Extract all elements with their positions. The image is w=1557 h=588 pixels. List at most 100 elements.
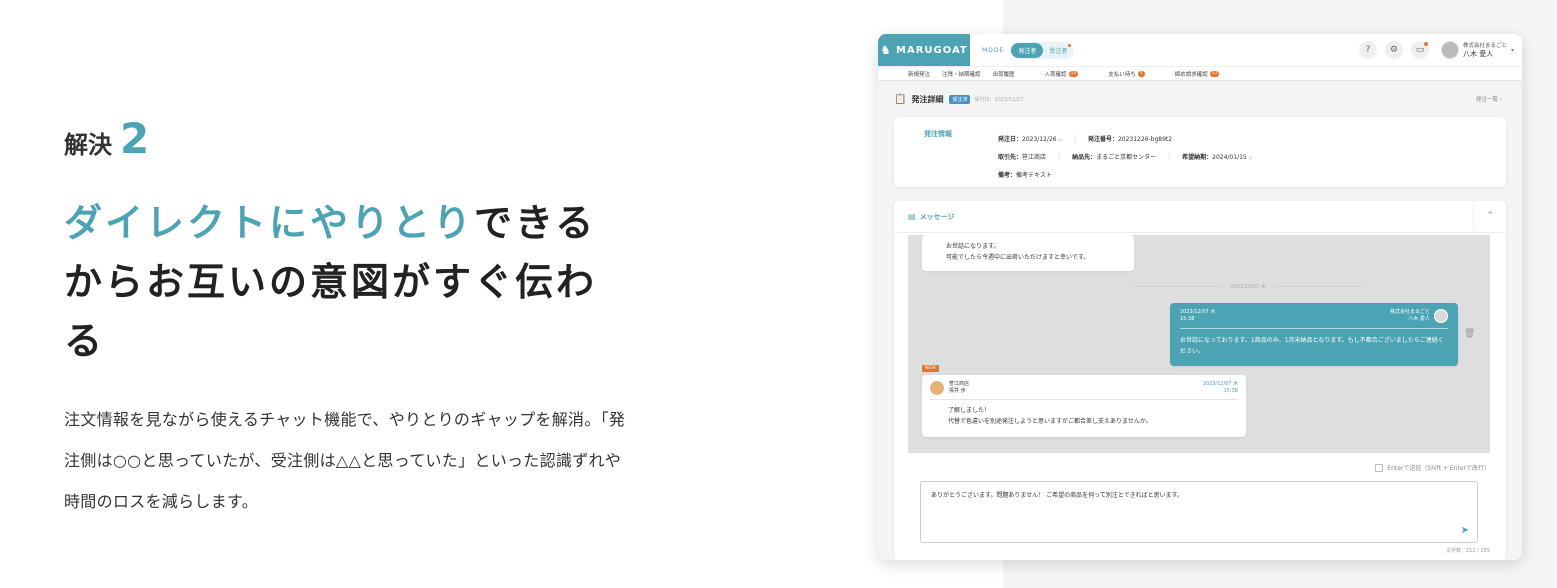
order-row: 取引先：笹江商店 | 納品先：まるごと京都センター | 希望納期：2024/01… xyxy=(998,147,1252,165)
clipboard-icon: 📋 xyxy=(894,93,907,105)
page-header: 📋 発注詳細 受注済 受付日：2023/12/27 発注一覧 › xyxy=(878,81,1522,117)
avatar xyxy=(1434,309,1448,323)
partner: 笹江商店 xyxy=(1022,153,1047,161)
divider xyxy=(930,399,1238,400)
character-count: 文字数：212 / 255 xyxy=(1446,548,1490,554)
order-date-label: 発注日： xyxy=(998,135,1023,143)
sender-company: 株式会社まるごと xyxy=(1389,309,1430,315)
top-right-actions: ? ⚙ ▭ 株式会社まるごと 八木 愛人 ▾ xyxy=(1358,34,1514,66)
enter-send-option[interactable]: Enterで送信（Shift + Enterで改行） xyxy=(1375,463,1490,472)
goat-icon: ♞ xyxy=(880,43,892,57)
app-window: ♞ MARUGOAT MODE 発注者 受注者 ? ⚙ ▭ 株式会社まるごと 八… xyxy=(878,34,1522,560)
user-info: 株式会社まるごと 八木 愛人 xyxy=(1463,42,1507,58)
nav-awaiting-payment[interactable]: 支払い待ち 1 xyxy=(1108,70,1145,78)
partner-label: 取引先： xyxy=(998,153,1023,161)
trash-icon[interactable]: 🗑 xyxy=(1464,329,1475,339)
message-time: 15:38 xyxy=(1180,316,1195,322)
sender: 株式会社まるごと 八木 愛人 xyxy=(1390,309,1448,323)
logo[interactable]: ♞ MARUGOAT xyxy=(878,34,970,66)
message-bubble-sent: 2023/12/07 木 15:38 株式会社まるごと 八木 愛人 お世話になっ… xyxy=(1170,303,1458,366)
message-time: 15:38 xyxy=(1223,388,1238,394)
divider: | xyxy=(1058,152,1061,160)
message-timestamp: 2023/12/07 木 15:38 xyxy=(1203,381,1238,395)
received-date: 受付日：2023/12/27 xyxy=(974,96,1024,103)
message-title: メッセージ xyxy=(919,212,955,221)
avatar xyxy=(1440,41,1459,59)
date-divider: 2023/12/07 木 xyxy=(1098,283,1398,290)
help-button[interactable]: ? xyxy=(1358,41,1377,59)
nav-label: 注残・納期確認 xyxy=(942,71,981,78)
top-bar: ♞ MARUGOAT MODE 発注者 受注者 ? ⚙ ▭ 株式会社まるごと 八… xyxy=(878,34,1522,66)
message-input[interactable]: ありがとうございます。問題ありません！ ご希望の商品を伺って別注とできればと思い… xyxy=(920,481,1478,543)
nav-label: 入荷確認 xyxy=(1044,71,1067,78)
order-row: 発注日：2023/12/26 ▫ | 発注番号：20231226-bg89t2 xyxy=(998,129,1252,147)
nav-shipping-history[interactable]: 出荷履歴 xyxy=(993,70,1015,78)
message-date: 2023/12/07 木 xyxy=(1202,381,1238,387)
message-bubble-received: 笹江商店 塚井 歩 2023/12/07 木 15:38 了解しました！ 代替で… xyxy=(922,375,1246,437)
order-list-link[interactable]: 発注一覧 › xyxy=(1476,95,1502,103)
order-info-card: 発注情報 発注日：2023/12/26 ▫ | 発注番号：20231226-bg… xyxy=(894,117,1506,187)
sub-navigation: 新規発注 注残・納期確認 出荷履歴 入荷確認 11 支払い待ち 1 締め請求確認 11 xyxy=(878,66,1522,81)
message-card: ▤ メッセージ ⌃ お世話になります。 可能でしたら今週中に出荷いただけますと幸… xyxy=(894,201,1506,560)
chevron-up-icon[interactable]: ⌃ xyxy=(1486,211,1494,221)
message-body: お世話になっております。1商品のみ、1月末納品となります。もし不都合ございました… xyxy=(1180,337,1444,355)
count-badge: 11 xyxy=(1068,70,1079,77)
count-badge: 1 xyxy=(1137,70,1145,77)
new-badge: NEW xyxy=(922,365,939,372)
user-company: 株式会社まるごと xyxy=(1462,43,1507,49)
messages-button[interactable]: ▭ xyxy=(1410,41,1429,59)
order-date: 2023/12/26 xyxy=(1022,135,1057,143)
divider: | xyxy=(1073,134,1076,142)
note-label: 備考： xyxy=(998,171,1017,179)
message-line: お世話になります。 xyxy=(946,243,1000,250)
calendar-icon: ▫ xyxy=(1058,136,1062,143)
link-label: 発注一覧 xyxy=(1476,97,1499,103)
help-icon: ? xyxy=(1365,45,1371,55)
kicker-text: 解決 xyxy=(64,131,112,159)
message-meta: 2023/12/07 木 15:38 株式会社まるごと 八木 愛人 xyxy=(1180,309,1448,323)
message-header: ▤ メッセージ xyxy=(894,201,1506,233)
message-input-text: ありがとうございます。問題ありません！ ご希望の商品を伺って別注とできればと思い… xyxy=(931,492,1184,499)
delivery: まるごと京都センター xyxy=(1096,153,1157,161)
user-menu[interactable]: 株式会社まるごと 八木 愛人 ▾ xyxy=(1440,41,1514,59)
order-info-title: 発注情報 xyxy=(924,130,952,138)
order-number-label: 発注番号： xyxy=(1087,135,1118,143)
nav-arrival-check[interactable]: 入荷確認 11 xyxy=(1045,70,1079,78)
send-icon[interactable]: ➤ xyxy=(1461,525,1469,536)
sender: 笹江商店 塚井 歩 xyxy=(930,381,969,395)
message-body: 了解しました！ 代替で色違いを別途発注しようと思いますがご都合差し支えありません… xyxy=(930,405,1238,427)
chevron-down-icon: ▾ xyxy=(1510,46,1514,54)
chat-icon: ▭ xyxy=(1415,45,1425,55)
description: 注文情報を見ながら使えるチャット機能で、やりとりのギャップを解消。「発注側は○○… xyxy=(64,410,626,511)
sender-company: 笹江商店 xyxy=(949,381,970,387)
user-name: 八木 愛人 xyxy=(1462,50,1494,58)
solution-copy: 解決 2 ダイレクトにやりとりできるからお互いの意図がすぐ伝わる 注文情報を見な… xyxy=(64,118,644,522)
mode-receiver-button[interactable]: 受注者 xyxy=(1043,43,1073,58)
order-number: 20231226-bg89t2 xyxy=(1117,135,1173,143)
headline-accent: ダイレクトにやりとり xyxy=(64,201,475,245)
enter-send-checkbox[interactable] xyxy=(1375,463,1384,472)
mode-toggle[interactable]: 発注者 受注者 xyxy=(1010,41,1075,59)
message-meta: 笹江商店 塚井 歩 2023/12/07 木 15:38 xyxy=(930,381,1238,395)
message-line: 代替で色違いを別途発注しようと思いますがご都合差し支えありませんか。 xyxy=(948,418,1152,425)
nav-new-order[interactable]: 新規発注 xyxy=(908,70,930,78)
order-fields: 発注日：2023/12/26 ▫ | 発注番号：20231226-bg89t2 … xyxy=(998,129,1252,183)
divider xyxy=(1180,328,1448,329)
kicker-number: 2 xyxy=(120,114,150,163)
message-bubble-received: お世話になります。 可能でしたら今週中に出荷いただけますと幸いです。 xyxy=(922,235,1134,271)
divider xyxy=(1473,205,1474,229)
nav-label: 締め請求確認 xyxy=(1174,71,1208,78)
mode-orderer-button[interactable]: 発注者 xyxy=(1011,42,1044,58)
page-title: 発注詳細 xyxy=(911,94,944,104)
chevron-right-icon: › xyxy=(1499,97,1502,103)
gear-icon: ⚙ xyxy=(1389,45,1398,55)
order-row: 備考：備考テキスト xyxy=(998,165,1252,183)
message-thread[interactable]: お世話になります。 可能でしたら今週中に出荷いただけますと幸いです。 2023/… xyxy=(908,235,1490,453)
nav-label: 出荷履歴 xyxy=(992,71,1015,78)
headline: ダイレクトにやりとりできるからお互いの意図がすぐ伝わる xyxy=(64,194,624,371)
nav-invoice-check[interactable]: 締め請求確認 11 xyxy=(1175,70,1220,78)
mode-switch: MODE 発注者 受注者 xyxy=(982,41,1075,59)
due-date: 2024/01/15 xyxy=(1212,153,1247,161)
settings-button[interactable]: ⚙ xyxy=(1384,41,1403,59)
nav-backorder[interactable]: 注残・納期確認 xyxy=(942,70,981,78)
